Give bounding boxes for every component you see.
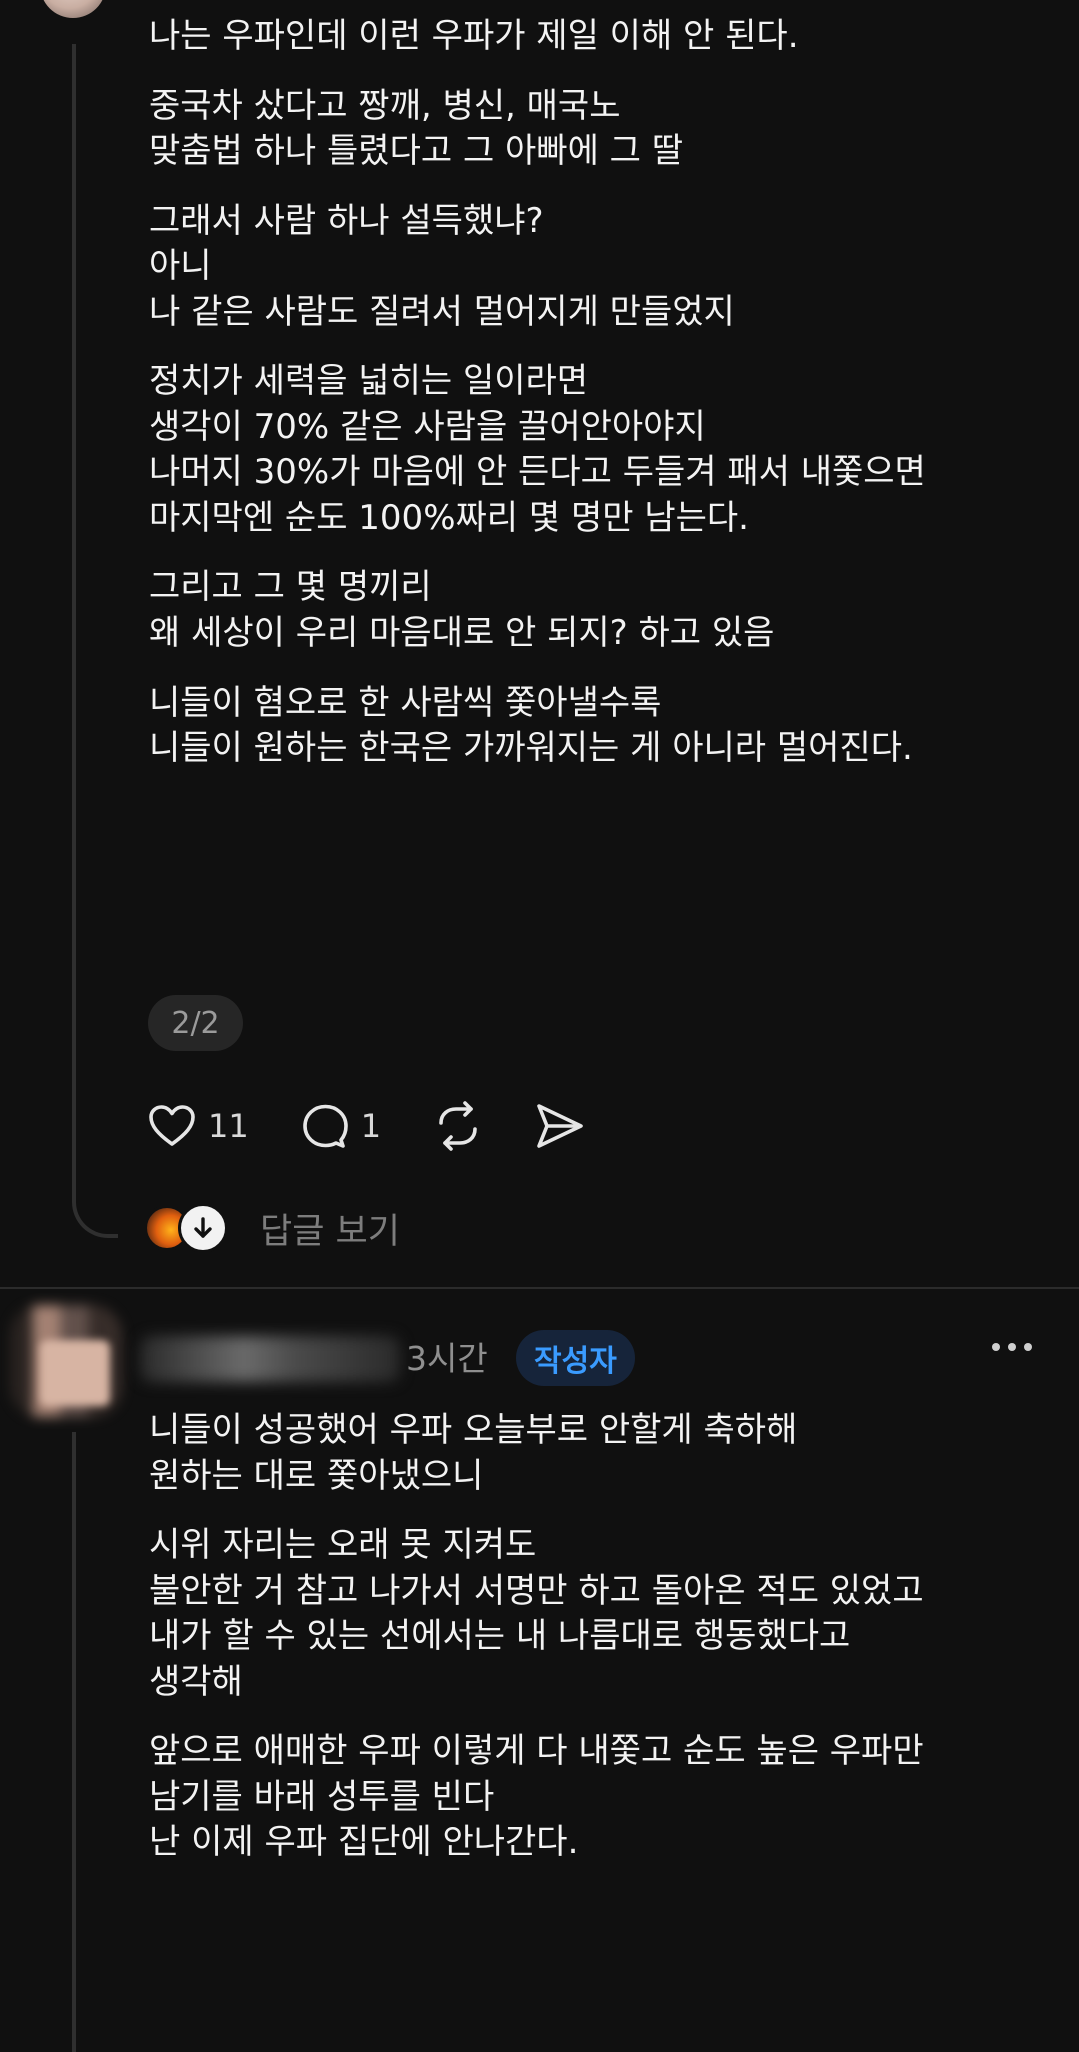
like-count: 11 (208, 1107, 249, 1145)
view-replies-label: 답글 보기 (260, 1211, 400, 1252)
text-line: 니들이 혐오로 한 사람씩 쫓아낼수록 (149, 682, 662, 723)
text-line: 아니 (149, 246, 212, 287)
text-line: 나 같은 사람도 질려서 멀어지게 만들었지 (149, 291, 735, 332)
repost-button[interactable] (433, 1101, 483, 1151)
text-line: 그리고 그 몇 명끼리 (149, 567, 432, 608)
text-line: 남기를 바래 성투를 빈다 (149, 1776, 495, 1817)
comment-button[interactable]: 1 (301, 1102, 381, 1150)
text-line: 맞춤법 하나 틀렸다고 그 아빠에 그 딸 (149, 131, 684, 172)
reply-paragraph: 니들이 성공했어 우파 오늘부로 안할게 축하해 원하는 대로 쫓아냈으니 (149, 1408, 1059, 1499)
thread-connector (72, 1160, 118, 1238)
post-paragraph: 나는 우파인데 이런 우파가 제일 이해 안 된다. (149, 14, 1049, 60)
repost-icon (433, 1101, 483, 1151)
avatar[interactable] (40, 0, 106, 18)
text-line: 난 이제 우파 집단에 안나간다. (149, 1822, 579, 1863)
text-line: 마지막엔 순도 100%짜리 몇 명만 남는다. (149, 497, 749, 538)
like-button[interactable]: 11 (148, 1104, 249, 1148)
post-paragraph: 니들이 혐오로 한 사람씩 쫓아낼수록 니들이 원하는 한국은 가까워지는 게 … (149, 681, 1049, 772)
post-paragraph: 그리고 그 몇 명끼리 왜 세상이 우리 마음대로 안 되지? 하고 있음 (149, 565, 1049, 656)
text-line: 생각이 70% 같은 사람을 끌어안아야지 (149, 406, 706, 447)
post-paragraph: 정치가 세력을 넓히는 일이라면 생각이 70% 같은 사람을 끌어안아야지 나… (149, 359, 1049, 541)
text-line: 중국차 샀다고 짱깨, 병신, 매국노 (149, 85, 621, 126)
post-paragraph: 중국차 샀다고 짱깨, 병신, 매국노 맞춤법 하나 틀렸다고 그 아빠에 그 … (149, 84, 1049, 175)
text-line: 나는 우파인데 이런 우파가 제일 이해 안 된다. (149, 16, 799, 56)
avatar-blur (40, 1340, 110, 1406)
username-redacted (140, 1336, 400, 1382)
timestamp: 3시간 (406, 1339, 488, 1378)
text-line: 정치가 세력을 넓히는 일이라면 (149, 361, 589, 402)
post-paragraph: 그래서 사람 하나 설득했냐? 아니 나 같은 사람도 질려서 멀어지게 만들었… (149, 199, 1049, 336)
send-icon (535, 1102, 585, 1150)
text-line: 앞으로 애매한 우파 이렇게 다 내쫓고 순도 높은 우파만 (149, 1731, 924, 1772)
page-indicator[interactable]: 2/2 (148, 995, 243, 1051)
thread-line (72, 44, 76, 1172)
reply-text: 니들이 성공했어 우파 오늘부로 안할게 축하해 원하는 대로 쫓아냈으니 시위… (149, 1408, 1059, 1890)
post-actions: 11 1 (148, 1098, 637, 1154)
comment-bubble-icon (301, 1102, 349, 1150)
view-replies-button[interactable]: 답글 보기 (144, 1200, 400, 1256)
text-line: 생각해 (149, 1661, 243, 1702)
thread-line (72, 1432, 76, 2052)
reply-paragraph: 시위 자리는 오래 못 지켜도 불안한 거 참고 나가서 서명만 하고 돌아온 … (149, 1523, 1059, 1705)
text-line: 그래서 사람 하나 설득했냐? (149, 200, 544, 241)
share-button[interactable] (535, 1102, 585, 1150)
author-badge: 작성자 (516, 1330, 635, 1386)
post-text: 나는 우파인데 이런 우파가 제일 이해 안 된다. 중국차 샀다고 짱깨, 병… (149, 14, 1049, 796)
text-line: 니들이 성공했어 우파 오늘부로 안할게 축하해 (149, 1410, 798, 1450)
more-dots-icon[interactable] (991, 1338, 1033, 1357)
text-line: 시위 자리는 오래 못 지켜도 (149, 1525, 537, 1566)
text-line: 나머지 30%가 마음에 안 든다고 두들겨 패서 내쫓으면 (149, 452, 926, 493)
text-line: 불안한 거 참고 나가서 서명만 하고 돌아온 적도 있었고 (149, 1570, 924, 1611)
divider (0, 1287, 1079, 1289)
comment-count: 1 (360, 1107, 382, 1145)
text-line: 원하는 대로 쫓아냈으니 (149, 1455, 484, 1496)
arrow-down-icon (178, 1203, 228, 1253)
text-line: 내가 할 수 있는 선에서는 내 나름대로 행동했다고 (149, 1616, 851, 1657)
text-line: 왜 세상이 우리 마음대로 안 되지? 하고 있음 (149, 613, 775, 654)
reply-paragraph: 앞으로 애매한 우파 이렇게 다 내쫓고 순도 높은 우파만 남기를 바래 성투… (149, 1729, 1059, 1866)
heart-icon (148, 1104, 196, 1148)
text-line: 니들이 원하는 한국은 가까워지는 게 아니라 멀어진다. (149, 728, 913, 769)
